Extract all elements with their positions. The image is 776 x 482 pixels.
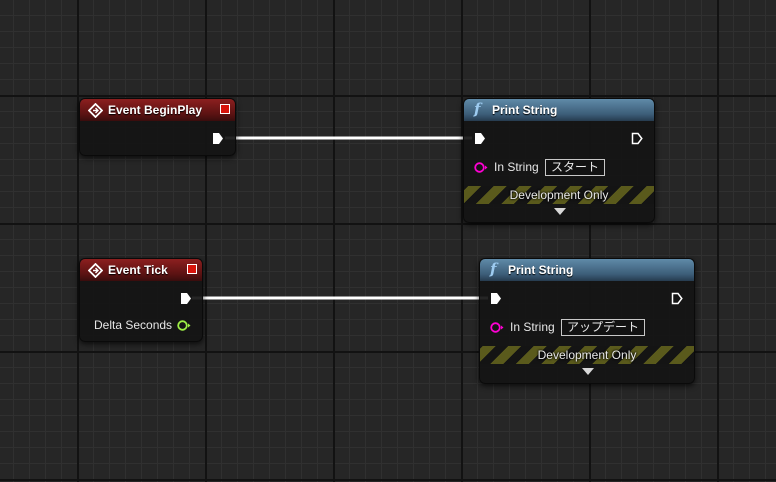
function-f-icon: f — [490, 260, 497, 278]
print-string-title-1: Print String — [492, 103, 558, 117]
string-in-pin[interactable] — [490, 322, 504, 333]
print-string-title-2: Print String — [508, 263, 574, 277]
float-out-pin[interactable] — [177, 320, 191, 331]
event-beginplay-node[interactable]: Event BeginPlay — [79, 98, 236, 156]
development-only-label: Development Only — [509, 188, 609, 202]
event-diamond-icon — [88, 103, 103, 118]
event-tick-header[interactable]: Event Tick — [80, 259, 202, 281]
exec-out-pin[interactable] — [212, 132, 224, 145]
print-string-header-1[interactable]: f Print String — [464, 99, 654, 121]
in-string-label: In String — [510, 320, 555, 334]
event-tick-node[interactable]: Event Tick Delta Seconds — [79, 258, 203, 342]
development-only-label: Development Only — [537, 348, 637, 362]
expand-arrow-icon[interactable] — [554, 208, 566, 215]
development-only-bar: Development Only — [464, 186, 654, 204]
string-in-pin[interactable] — [474, 162, 488, 173]
exec-out-pin[interactable] — [180, 292, 192, 305]
in-string-input[interactable]: スタート — [545, 159, 606, 176]
delta-seconds-label: Delta Seconds — [94, 318, 173, 332]
delegate-pin[interactable] — [220, 104, 230, 114]
exec-out-pin[interactable] — [631, 132, 643, 145]
expand-arrow-icon[interactable] — [582, 368, 594, 375]
event-tick-title: Event Tick — [108, 263, 168, 277]
print-string-header-2[interactable]: f Print String — [480, 259, 694, 281]
print-string-node-1[interactable]: f Print String In String スタート Developmen… — [463, 98, 655, 223]
event-diamond-icon — [88, 263, 103, 278]
exec-out-pin[interactable] — [671, 292, 683, 305]
in-string-input[interactable]: アップデート — [561, 319, 646, 336]
event-beginplay-title: Event BeginPlay — [108, 103, 203, 117]
development-only-bar: Development Only — [480, 346, 694, 364]
exec-in-pin[interactable] — [474, 132, 486, 145]
function-f-icon: f — [474, 100, 481, 118]
in-string-label: In String — [494, 160, 539, 174]
exec-in-pin[interactable] — [490, 292, 502, 305]
event-beginplay-header[interactable]: Event BeginPlay — [80, 99, 235, 121]
wires-layer — [192, 136, 488, 300]
print-string-node-2[interactable]: f Print String In String アップデート Developm… — [479, 258, 695, 384]
delegate-pin[interactable] — [187, 264, 197, 274]
